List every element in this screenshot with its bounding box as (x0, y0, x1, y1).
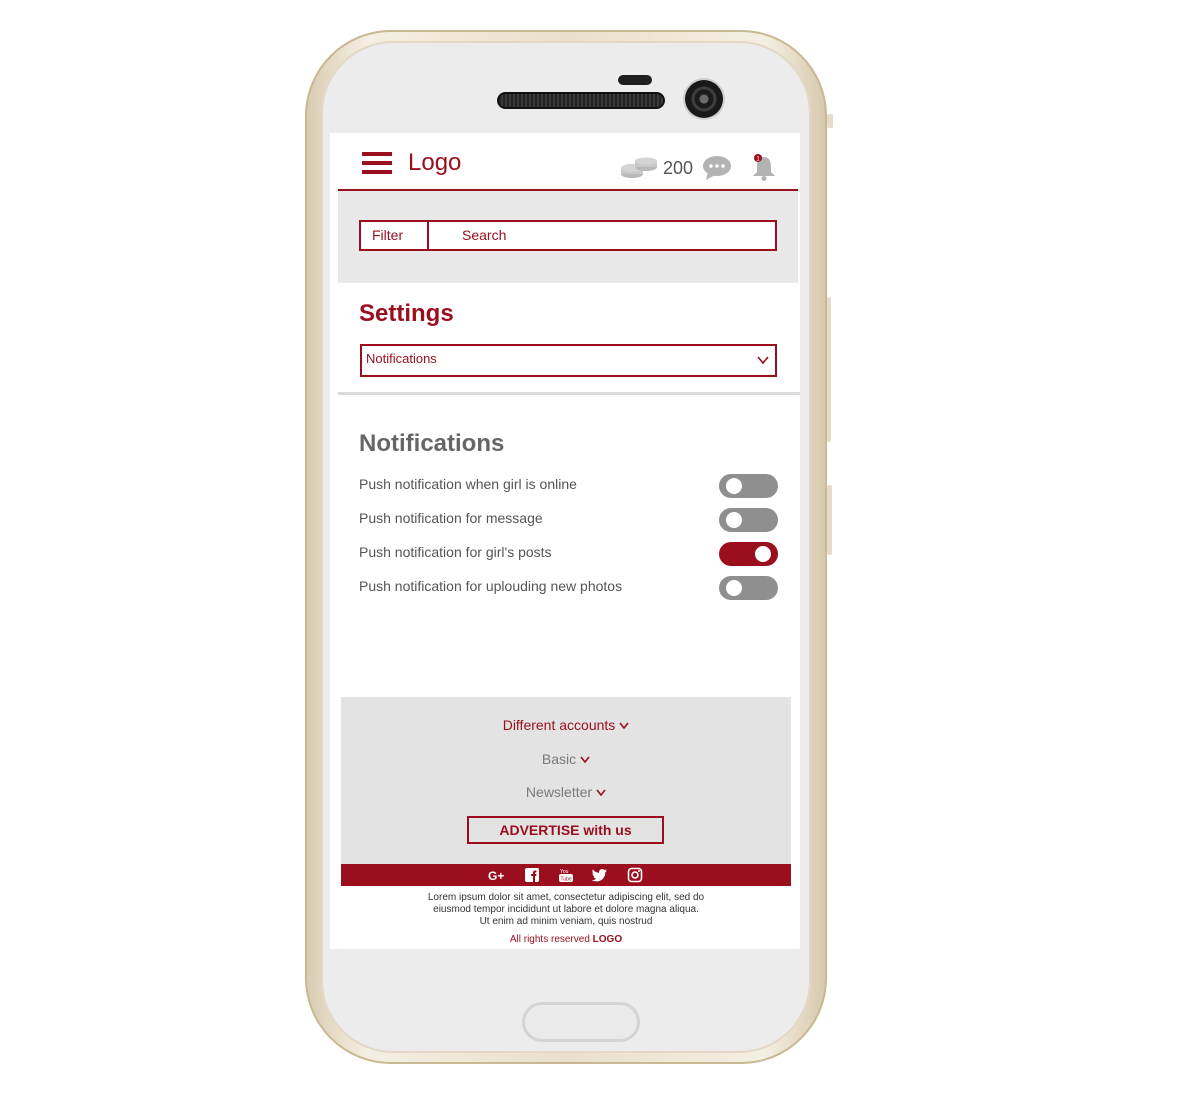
toggle-knob (755, 546, 771, 562)
facebook-icon[interactable] (523, 867, 541, 883)
filter-button[interactable]: Filter (361, 222, 429, 249)
google-plus-icon[interactable]: G+ (488, 867, 506, 883)
chat-icon[interactable] (702, 155, 732, 181)
search-input[interactable]: Search (462, 222, 506, 249)
svg-text:G+: G+ (488, 869, 504, 883)
notification-row: Push notification for girl's posts (359, 542, 779, 570)
footer: Different accounts Basic Newsletter ADVE… (341, 697, 791, 949)
notification-row: Push notification for message (359, 508, 779, 536)
footer-links-panel: Different accounts Basic Newsletter ADVE… (341, 697, 791, 864)
copyright: All rights reserved LOGO (341, 934, 791, 945)
notification-label: Push notification for girl's posts (359, 544, 552, 560)
footer-link-label: Newsletter (525, 784, 593, 800)
search-panel: Filter Search (338, 191, 798, 283)
side-button-top (827, 114, 833, 128)
toggle-girls-posts[interactable] (719, 542, 778, 566)
toggle-new-photos[interactable] (719, 576, 778, 600)
copyright-brand: LOGO (592, 934, 623, 945)
svg-text:Tube: Tube (561, 877, 572, 883)
toggle-message[interactable] (719, 508, 778, 532)
menu-icon[interactable] (362, 152, 392, 176)
social-bar: G+ You Tube (341, 864, 791, 886)
toggle-girl-online[interactable] (719, 474, 778, 498)
footer-link-label: Basic (541, 751, 577, 767)
settings-section-select[interactable]: Notifications (360, 344, 777, 377)
footer-link-label: Different accounts (502, 717, 616, 733)
footer-link-basic[interactable]: Basic (341, 751, 791, 767)
footer-link-newsletter[interactable]: Newsletter (341, 784, 791, 800)
app-screen: Logo 200 1 Filter Search Settings Notifi… (330, 133, 800, 949)
notification-row: Push notification when girl is online (359, 474, 779, 502)
section-divider (338, 392, 800, 395)
footer-description-line: eiusmod tempor incididunt ut labore et d… (433, 904, 699, 915)
earpiece-speaker (497, 92, 665, 109)
footer-link-different-accounts[interactable]: Different accounts (341, 717, 791, 733)
chevron-down-icon (619, 722, 629, 730)
front-camera (685, 80, 723, 118)
twitter-icon[interactable] (591, 867, 609, 883)
logo[interactable]: Logo (408, 149, 461, 177)
chevron-down-icon (596, 789, 606, 797)
coins-count: 200 (663, 158, 694, 178)
proximity-sensor (618, 75, 652, 85)
bell-icon[interactable]: 1 (750, 153, 778, 181)
advertise-button[interactable]: ADVERTISE with us (467, 816, 664, 844)
footer-description: Lorem ipsum dolor sit amet, consectetur … (341, 892, 791, 928)
copyright-text: All rights reserved (509, 934, 590, 945)
footer-description-line: Ut enim ad minim veniam, quis nostrud (479, 916, 653, 927)
search-bar[interactable]: Filter Search (359, 220, 777, 251)
settings-select-value: Notifications (366, 351, 437, 366)
chevron-down-icon (580, 756, 590, 764)
coins-icon (621, 157, 657, 178)
toggle-knob (726, 580, 742, 596)
toggle-knob (726, 512, 742, 528)
youtube-icon[interactable]: You Tube (557, 867, 575, 883)
chevron-down-icon (757, 356, 769, 365)
notification-row: Push notification for uplouding new phot… (359, 576, 779, 604)
side-power-button (827, 485, 832, 555)
footer-description-line: Lorem ipsum dolor sit amet, consectetur … (427, 892, 705, 903)
notification-label: Push notification when girl is online (359, 476, 577, 492)
notification-label: Push notification for message (359, 510, 543, 526)
app-header: Logo 200 1 (338, 133, 798, 191)
toggle-knob (726, 478, 742, 494)
instagram-icon[interactable] (626, 867, 644, 883)
notification-label: Push notification for uplouding new phot… (359, 578, 623, 594)
page-title: Settings (359, 300, 454, 327)
notifications-heading: Notifications (359, 430, 505, 457)
home-button[interactable] (522, 1002, 640, 1042)
side-volume-button (827, 297, 831, 442)
